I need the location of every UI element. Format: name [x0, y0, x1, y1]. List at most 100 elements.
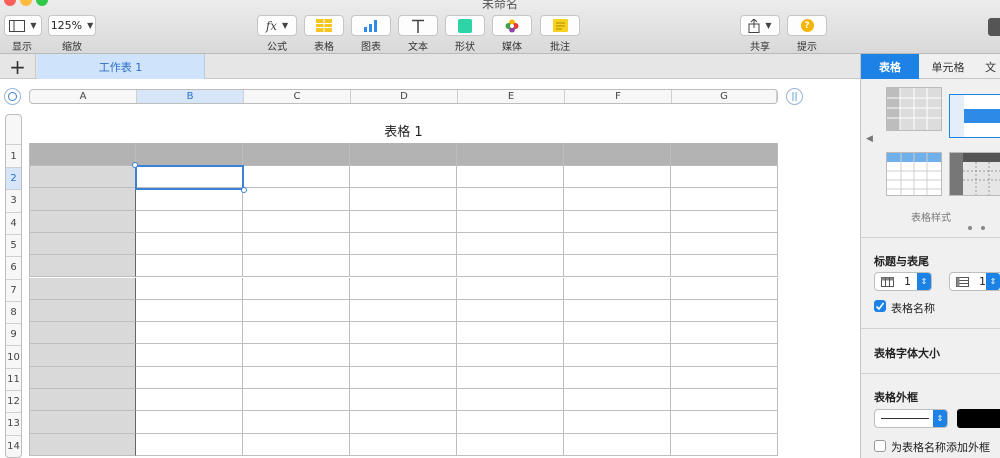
table-cell-c10[interactable] — [243, 344, 350, 367]
freeze-columns-button[interactable]: || — [786, 88, 803, 105]
row-header-5[interactable]: 5 — [6, 233, 21, 256]
column-header-a[interactable]: A — [30, 90, 137, 103]
table-cell-d1[interactable] — [350, 143, 457, 166]
table-cell-c12[interactable] — [243, 389, 350, 412]
row-header-8[interactable]: 8 — [6, 300, 21, 323]
table-cell-g2[interactable] — [671, 166, 778, 189]
table-cell-c9[interactable] — [243, 322, 350, 345]
table-cell-a12[interactable] — [29, 389, 136, 412]
row-header-6[interactable]: 6 — [6, 256, 21, 278]
row-header-2[interactable]: 2 — [6, 167, 21, 190]
previous-styles-icon[interactable]: ◀ — [866, 134, 873, 144]
table-cell-b7[interactable] — [136, 277, 243, 300]
table-cell-e2[interactable] — [457, 166, 564, 189]
stepper-arrows-icon[interactable]: ⇕ — [917, 273, 931, 290]
table-cell-b10[interactable] — [136, 344, 243, 367]
table-cell-a5[interactable] — [29, 232, 136, 256]
row-header-7[interactable]: 7 — [6, 278, 21, 301]
table-title[interactable]: 表格 1 — [29, 121, 778, 140]
table-cell-a8[interactable] — [29, 299, 136, 323]
insert-text-button[interactable] — [398, 15, 438, 36]
table-cell-g1[interactable] — [671, 143, 778, 166]
table-cell-d7[interactable] — [350, 277, 457, 300]
table-cell-d4[interactable] — [350, 210, 457, 233]
table-cell-e1[interactable] — [457, 143, 564, 166]
table-cell-e13[interactable] — [457, 411, 564, 434]
table-cell-c7[interactable] — [243, 277, 350, 300]
table-cell-d13[interactable] — [350, 411, 457, 434]
selection-handle[interactable] — [241, 187, 247, 193]
table-cell-a2[interactable] — [29, 166, 136, 189]
table-cell-a14[interactable] — [29, 433, 136, 456]
table-cell-b13[interactable] — [136, 411, 243, 434]
tab-text[interactable]: 文 — [977, 54, 1000, 79]
selection-handle[interactable] — [132, 162, 138, 168]
table-cell-a10[interactable] — [29, 344, 136, 367]
table-cell-b11[interactable] — [136, 366, 243, 389]
column-header-g[interactable]: G — [672, 90, 777, 103]
table-cell-a7[interactable] — [29, 277, 136, 300]
table-cell-d8[interactable] — [350, 299, 457, 323]
border-style-select[interactable]: ⇕ — [874, 409, 948, 428]
column-header-b[interactable]: B — [137, 90, 244, 103]
table-cell-c13[interactable] — [243, 411, 350, 434]
column-header-f[interactable]: F — [565, 90, 672, 103]
border-color-well[interactable] — [957, 409, 1000, 428]
table-cell-a1[interactable] — [29, 143, 136, 166]
table-cell-f10[interactable] — [564, 344, 671, 367]
table-cell-g7[interactable] — [671, 277, 778, 300]
table-cell-e11[interactable] — [457, 366, 564, 389]
table-cell-a9[interactable] — [29, 322, 136, 345]
row-header-12[interactable]: 12 — [6, 390, 21, 412]
table-cell-b1[interactable] — [136, 143, 243, 166]
table-cell-d11[interactable] — [350, 366, 457, 389]
chevron-up-down-icon[interactable]: ⇕ — [933, 410, 947, 427]
table-cell-g11[interactable] — [671, 366, 778, 389]
stepper-arrows-icon[interactable]: ⇕ — [986, 273, 1000, 290]
table-style-thumb[interactable] — [886, 87, 942, 131]
table-cell-g13[interactable] — [671, 411, 778, 434]
table-cell-g14[interactable] — [671, 433, 778, 456]
row-header-11[interactable]: 11 — [6, 367, 21, 390]
zoom-select[interactable]: 125% ▼ — [48, 15, 96, 36]
insert-comment-button[interactable] — [540, 15, 580, 36]
table-cell-c8[interactable] — [243, 299, 350, 323]
table-cell-c5[interactable] — [243, 232, 350, 256]
table-cell-d10[interactable] — [350, 344, 457, 367]
table-cell-e12[interactable] — [457, 389, 564, 412]
table-cell-f7[interactable] — [564, 277, 671, 300]
table-cell-d2[interactable] — [350, 166, 457, 189]
table-cell-f4[interactable] — [564, 210, 671, 233]
table-cell-a13[interactable] — [29, 411, 136, 434]
table-cell-e9[interactable] — [457, 322, 564, 345]
table-cell-b5[interactable] — [136, 232, 243, 256]
row-header-1[interactable]: 1 — [6, 144, 21, 167]
table-cell-f9[interactable] — [564, 322, 671, 345]
table-cell-c14[interactable] — [243, 433, 350, 456]
table-cell-g9[interactable] — [671, 322, 778, 345]
table-style-thumb[interactable] — [949, 94, 1000, 138]
row-header-10[interactable]: 10 — [6, 345, 21, 367]
table-cell-g3[interactable] — [671, 188, 778, 211]
table-cell-b12[interactable] — [136, 389, 243, 412]
header-rows-stepper[interactable]: 1 ⇕ — [874, 272, 932, 291]
table-cell-f14[interactable] — [564, 433, 671, 456]
table-cell-d3[interactable] — [350, 188, 457, 211]
table-cell-d6[interactable] — [350, 255, 457, 278]
table-cell-f11[interactable] — [564, 366, 671, 389]
page-dot[interactable] — [968, 226, 972, 230]
column-header-c[interactable]: C — [244, 90, 351, 103]
table-cell-b3[interactable] — [136, 188, 243, 211]
table-cell-e3[interactable] — [457, 188, 564, 211]
table-cell-a6[interactable] — [29, 255, 136, 278]
insert-media-button[interactable] — [492, 15, 532, 36]
table-cell-e8[interactable] — [457, 299, 564, 323]
table-cell-g8[interactable] — [671, 299, 778, 323]
table-cell-c2[interactable] — [243, 166, 350, 189]
insert-chart-button[interactable] — [351, 15, 391, 36]
sheet-tab[interactable]: 工作表 1 — [37, 54, 205, 79]
page-dot[interactable] — [981, 226, 985, 230]
row-header-14[interactable]: 14 — [6, 434, 21, 457]
table-cell-f13[interactable] — [564, 411, 671, 434]
formula-button[interactable]: fx ▼ — [257, 15, 297, 36]
